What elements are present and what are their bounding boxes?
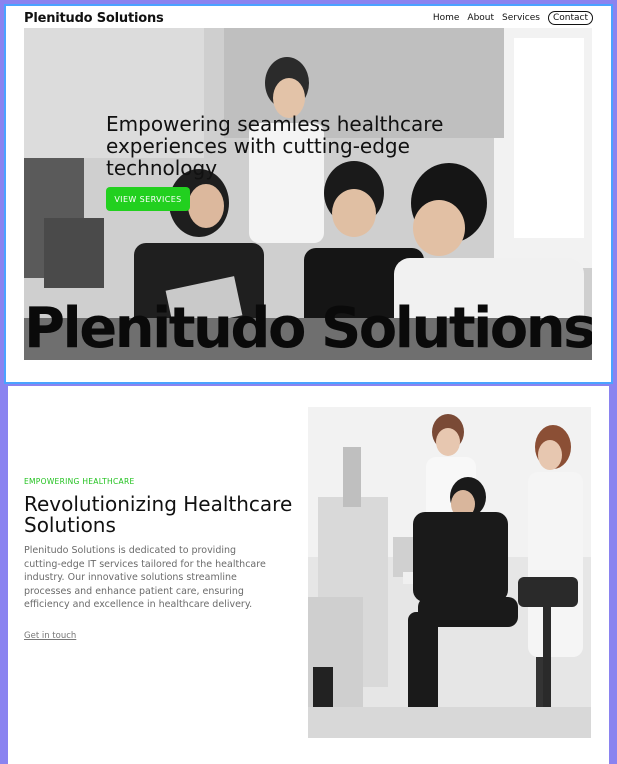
hero-headline: Empowering seamless healthcare experienc… (106, 112, 444, 180)
section-eyebrow: EMPOWERING HEALTHCARE (24, 477, 135, 486)
section-title: Revolutionizing Healthcare Solutions (24, 492, 293, 537)
nav-contact-button[interactable]: Contact (547, 11, 593, 25)
lab-photo-illustration (308, 407, 591, 738)
nav-links: Home About Services Contact (433, 11, 593, 25)
view-services-button[interactable]: VIEW SERVICES (106, 187, 190, 211)
hero-brand-wordmark: Plenitudo Solutions (24, 296, 592, 360)
hero-image: Empowering seamless healthcare experienc… (24, 28, 592, 360)
hero-frame: Plenitudo Solutions Home About Services … (4, 4, 613, 384)
lab-photo (308, 407, 591, 738)
brand-logo[interactable]: Plenitudo Solutions (24, 11, 164, 26)
section-body: Plenitudo Solutions is dedicated to prov… (24, 545, 266, 610)
nav-home-link[interactable]: Home (433, 13, 460, 23)
about-section: EMPOWERING HEALTHCARE Revolutionizing He… (8, 386, 609, 764)
nav-services-link[interactable]: Services (502, 13, 540, 23)
get-in-touch-link[interactable]: Get in touch (24, 631, 76, 641)
nav-about-link[interactable]: About (467, 13, 494, 23)
